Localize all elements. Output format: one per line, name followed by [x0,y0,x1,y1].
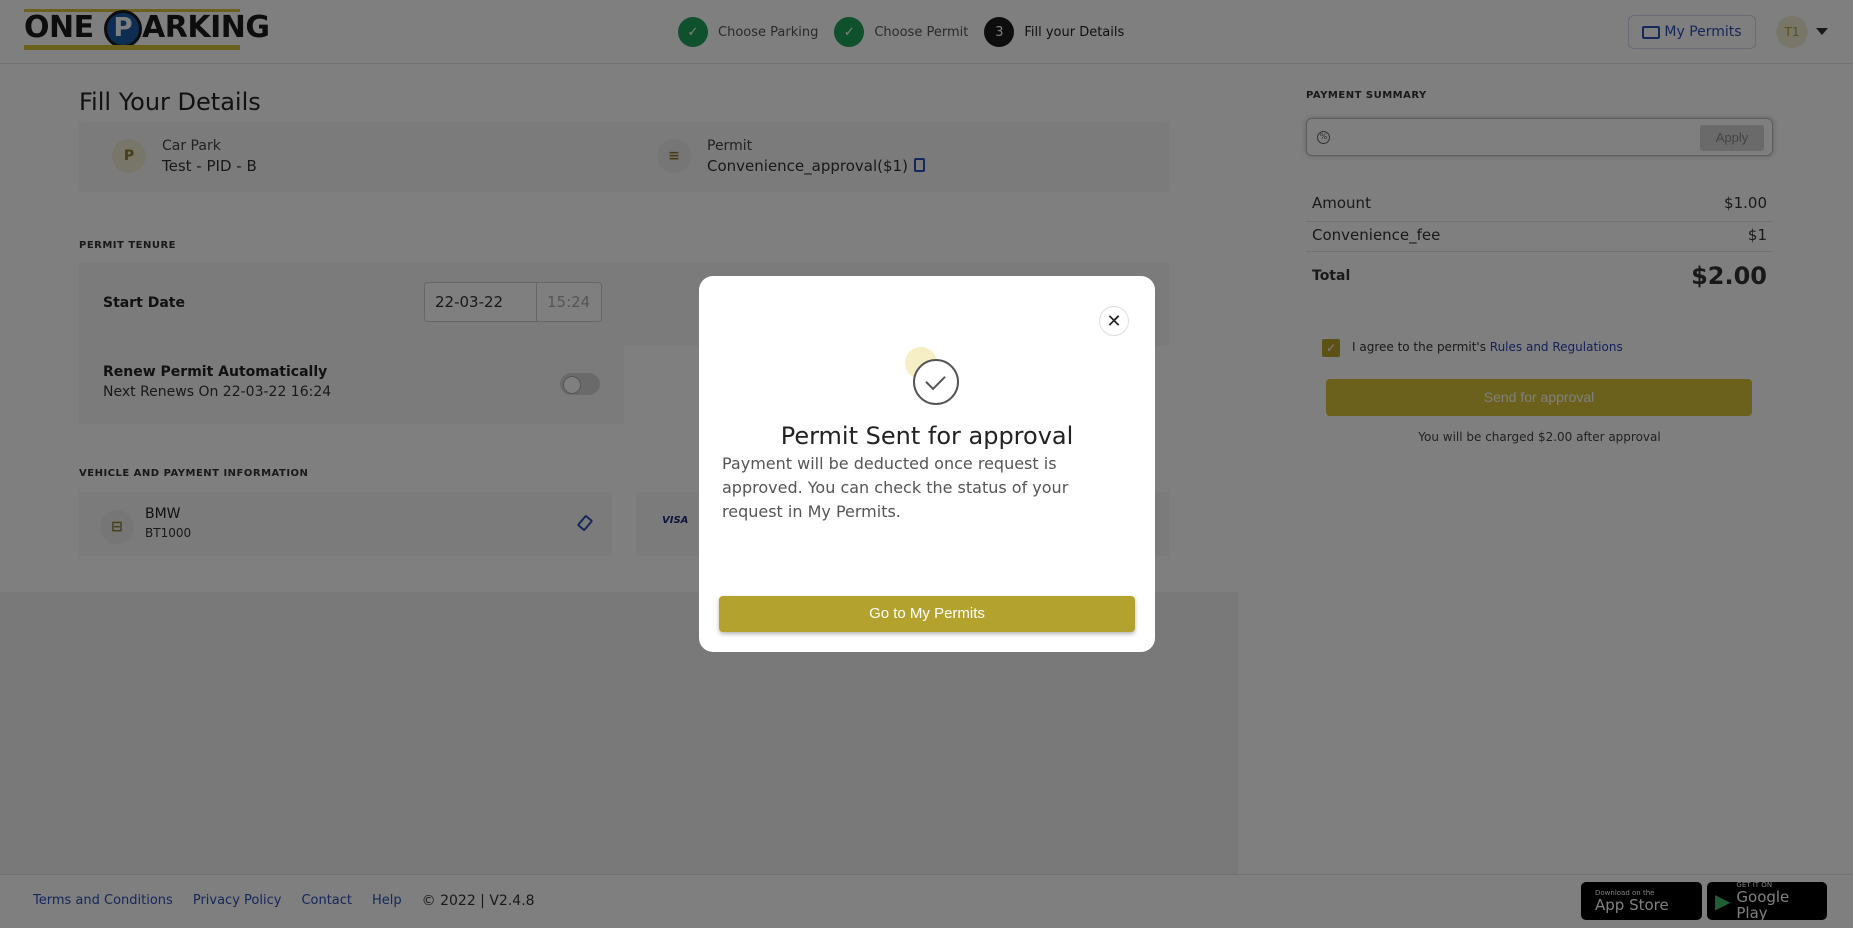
check-circle-icon [913,359,959,405]
close-button[interactable]: ✕ [1099,306,1129,336]
approval-modal: ✕ Permit Sent for approval Payment will … [699,276,1155,652]
modal-body: Payment will be deducted once request is… [722,454,1069,521]
go-to-my-permits-button[interactable]: Go to My Permits [719,596,1135,632]
modal-title: Permit Sent for approval [780,422,1074,450]
